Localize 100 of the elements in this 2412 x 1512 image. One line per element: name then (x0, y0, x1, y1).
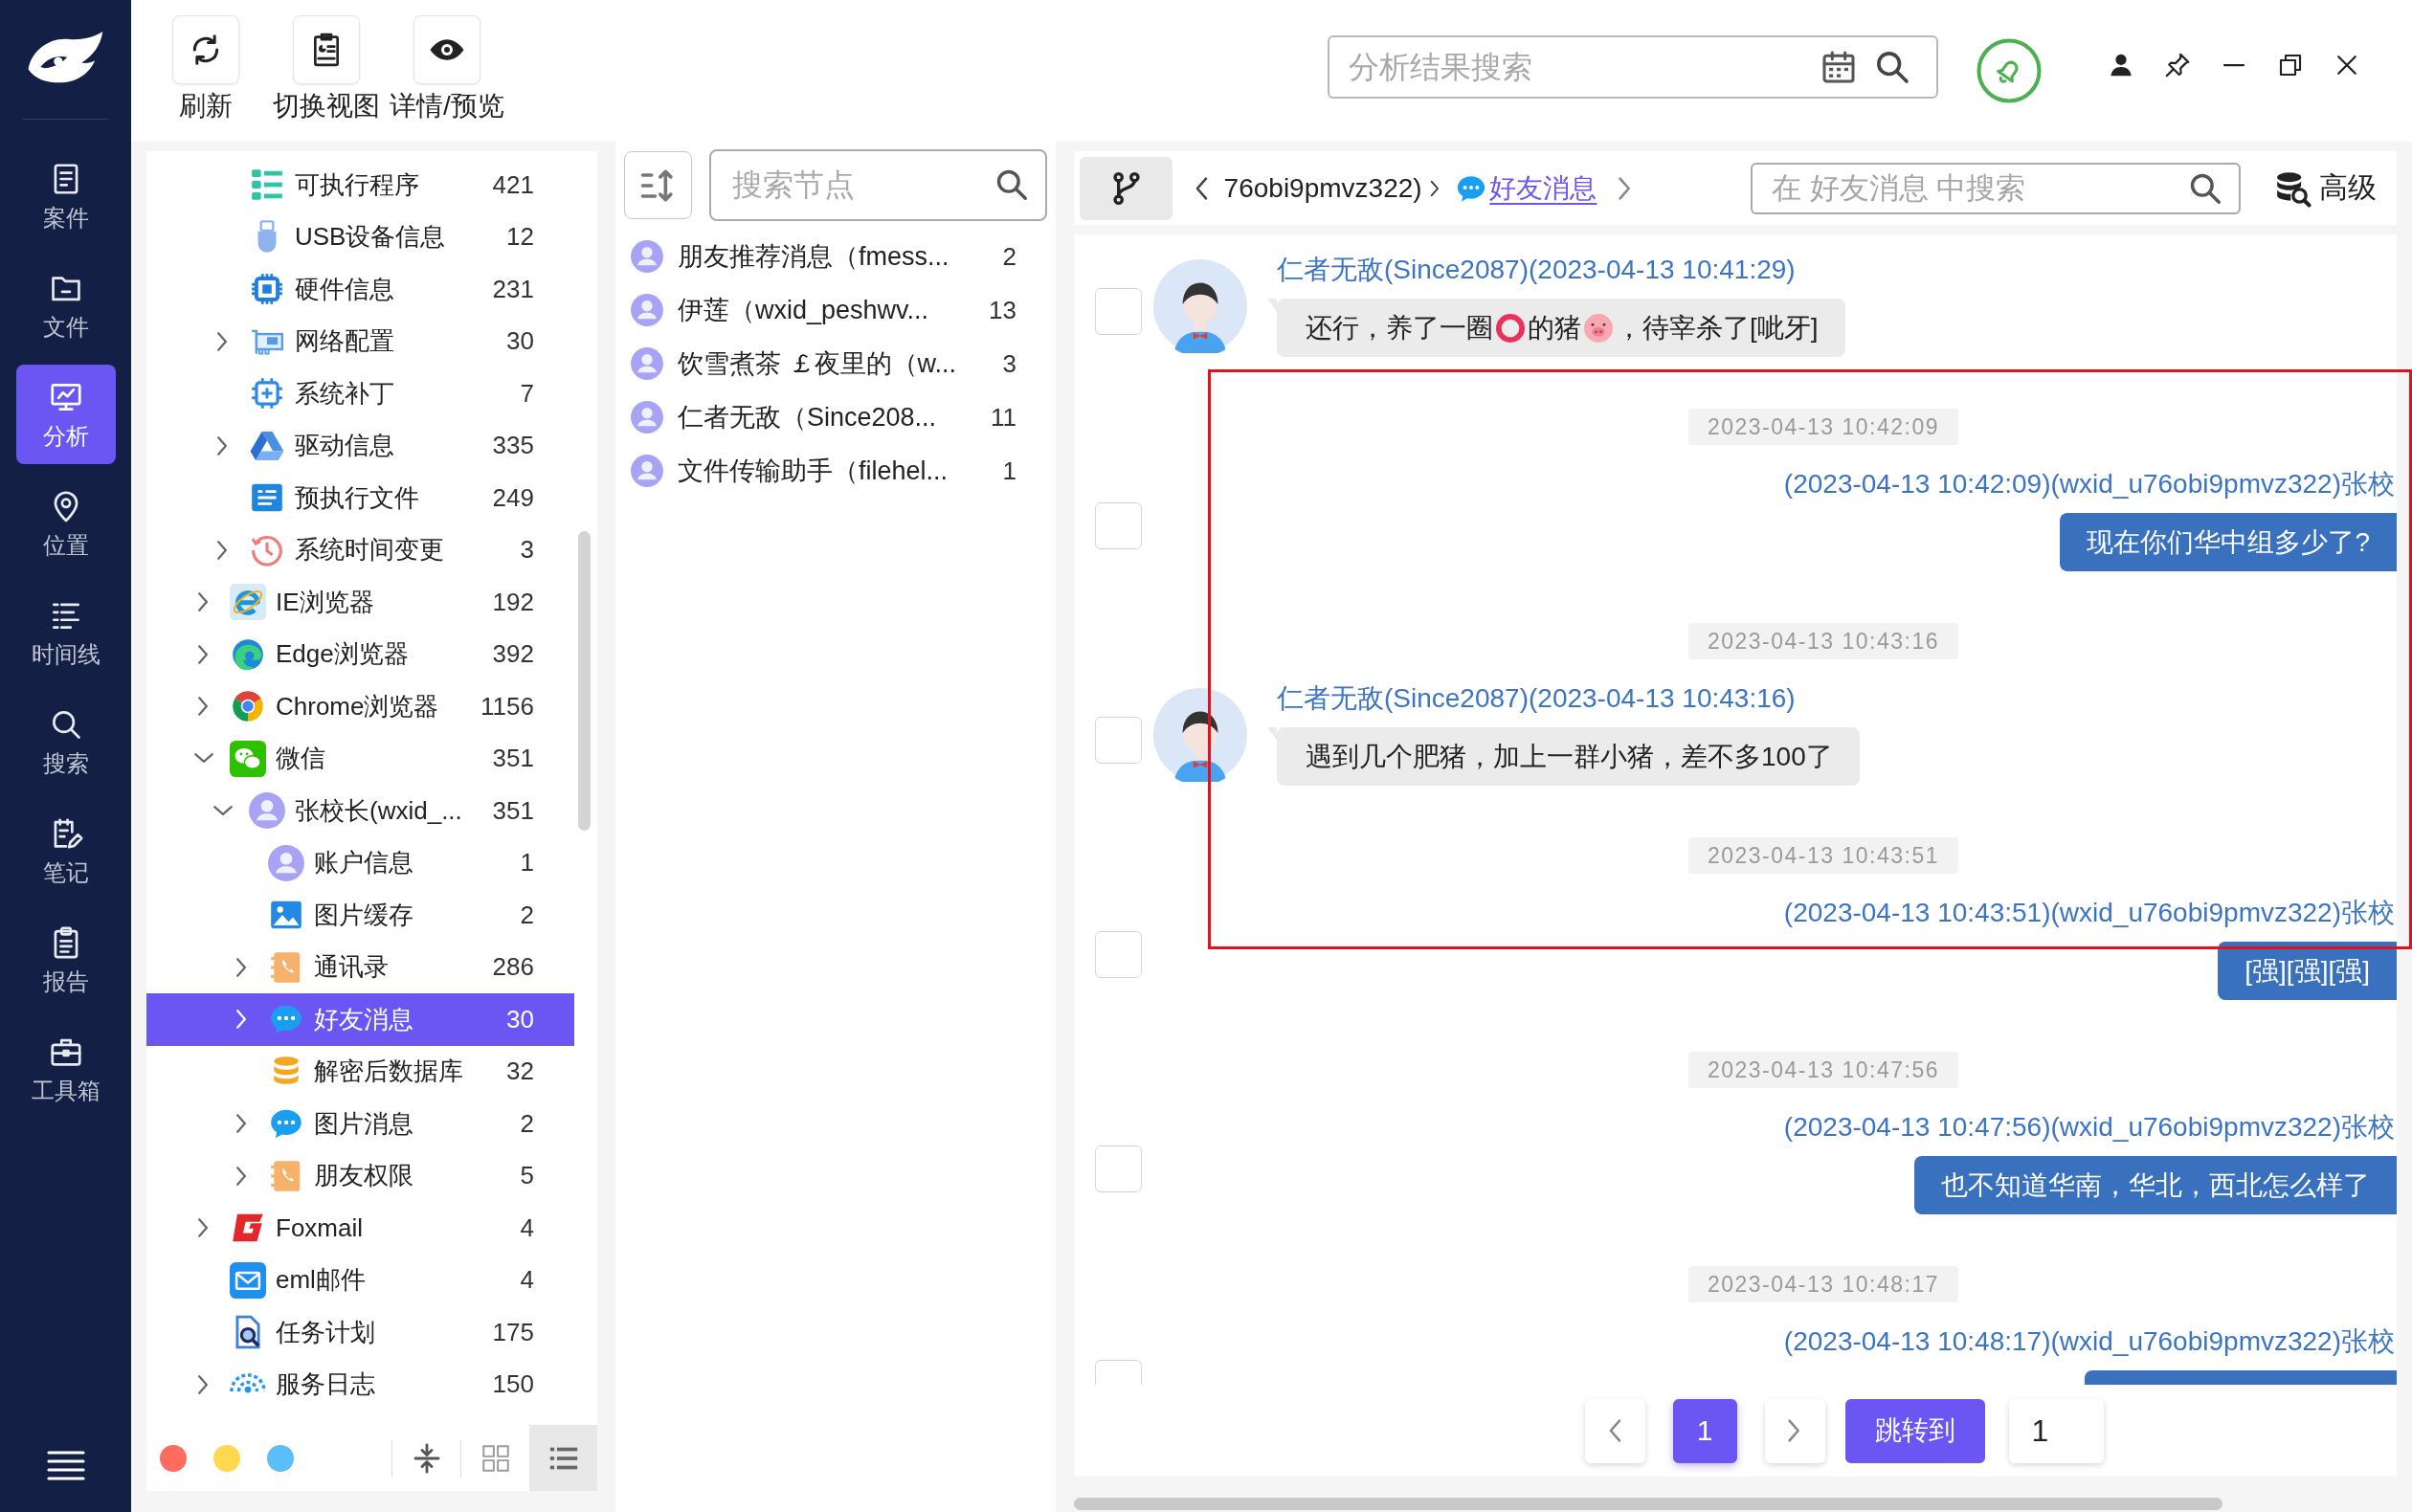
item-count: 286 (492, 952, 534, 983)
item-count: 392 (492, 639, 534, 670)
checkbox[interactable] (1095, 1145, 1142, 1192)
back-button[interactable] (1194, 175, 1209, 201)
envelope-icon (230, 1261, 266, 1299)
nav-item[interactable]: 位置 (15, 474, 116, 573)
refresh-button[interactable]: 刷新 (145, 0, 266, 122)
avatar-icon (1153, 688, 1247, 782)
nav-item[interactable]: 工具箱 (15, 1019, 116, 1119)
nav-item[interactable]: 笔记 (15, 801, 116, 901)
breadcrumb-link[interactable]: 好友消息 (1489, 170, 1597, 206)
tree-item-label: 可执行程序 (295, 168, 419, 201)
chevron-right-icon[interactable] (197, 643, 211, 665)
menu-icon[interactable] (46, 1450, 85, 1482)
tree-item[interactable]: 微信 351 (146, 732, 574, 785)
tree-item[interactable]: 可执行程序 421 (146, 159, 574, 211)
tree-item[interactable]: Chrome浏览器 1156 (146, 680, 574, 733)
person-icon (249, 792, 285, 830)
nav-item[interactable]: 报告 (15, 910, 116, 1010)
breadcrumb-link[interactable]: 76obi9pmvz322) (1223, 170, 1422, 206)
chevron-down-icon[interactable] (212, 804, 234, 817)
tree-item[interactable]: 服务日志 150 (146, 1358, 574, 1411)
tree-item[interactable]: IE浏览器 192 (146, 576, 574, 629)
chevron-right-icon[interactable] (216, 539, 230, 561)
tree-item[interactable]: 图片缓存 2 (146, 889, 574, 942)
chevron-right-icon (1787, 1418, 1802, 1443)
tree-item[interactable]: USB设备信息 12 (146, 211, 574, 263)
chevron-right-icon[interactable] (216, 330, 230, 352)
nav-item[interactable]: 时间线 (15, 583, 116, 682)
checkbox[interactable] (1095, 716, 1142, 764)
tree-item[interactable]: 系统时间变更 3 (146, 523, 574, 576)
search-field[interactable]: 搜索节点 (709, 149, 1047, 221)
checkbox[interactable] (1095, 930, 1142, 978)
message-count: 2 (1001, 241, 1016, 272)
tree-item[interactable]: 硬件信息 231 (146, 263, 574, 316)
contact-item[interactable]: 伊莲（wxid_peshwv... 13 (615, 283, 1056, 337)
checkbox[interactable] (1095, 501, 1142, 549)
horizontal-scrollbar[interactable] (1074, 1498, 2222, 1510)
list-view-button[interactable] (529, 1425, 597, 1491)
tree-item[interactable]: 系统补丁 7 (146, 367, 574, 420)
message-text: 的猪 (1528, 311, 1581, 345)
vertical-scrollbar[interactable] (578, 531, 591, 831)
nav-item[interactable]: 搜索 (15, 692, 116, 791)
tree-item[interactable]: Edge浏览器 392 (146, 628, 574, 680)
e-logo-icon (230, 584, 266, 621)
chevron-right-icon[interactable] (235, 1165, 249, 1187)
chevron-right-icon[interactable] (197, 591, 211, 613)
chevron-right-icon[interactable] (197, 1373, 211, 1395)
tree-item[interactable]: 好友消息 30 (146, 993, 574, 1046)
chevron-right-icon[interactable] (235, 1113, 249, 1135)
chevron-right-icon[interactable] (235, 1009, 249, 1031)
tree-item[interactable]: 通讯录 286 (146, 941, 574, 993)
chevron-right-icon[interactable] (197, 696, 211, 718)
chevron-down-icon[interactable] (193, 752, 214, 766)
tree-item-label: 系统补丁 (295, 377, 394, 410)
nav-item[interactable]: 分析 (15, 365, 116, 464)
page-button[interactable]: 1 (1672, 1398, 1737, 1463)
pin-icon[interactable] (2163, 51, 2192, 79)
item-count: 2 (520, 900, 534, 930)
timestamp: 2023-04-13 10:43:16 (1687, 623, 1959, 659)
tree-item[interactable]: 张校长(wxid_... 351 (146, 785, 574, 837)
advanced-search-button[interactable]: 高级 (2273, 168, 2377, 208)
page-input[interactable]: 1 (2008, 1398, 2104, 1463)
forward-button[interactable] (1618, 175, 1633, 201)
branch-button[interactable] (1080, 156, 1172, 220)
tree-item[interactable]: 驱动信息 335 (146, 419, 574, 472)
search-field[interactable]: 分析结果搜索 (1328, 35, 1938, 99)
tree-item[interactable]: 任务计划 175 (146, 1306, 574, 1359)
color-dot-icon[interactable] (213, 1444, 240, 1472)
chevron-right-icon[interactable] (197, 1217, 211, 1239)
chevron-right-icon[interactable] (235, 956, 249, 978)
tree-item[interactable]: 解密后数据库 32 (146, 1045, 574, 1098)
color-dot-icon[interactable] (267, 1444, 294, 1472)
contact-item[interactable]: 仁者无敌（Since208... 11 (615, 390, 1056, 444)
color-dot-icon[interactable] (160, 1444, 187, 1472)
jump-button[interactable]: 跳转到 (1844, 1398, 1985, 1463)
chevron-left-icon[interactable] (1607, 1418, 1622, 1443)
tree-item[interactable]: 图片消息 2 (146, 1098, 574, 1150)
tree-item-label: 通讯录 (314, 951, 389, 984)
search-field[interactable]: 在 好友消息 中搜索 (1751, 162, 2241, 214)
contact-item[interactable]: 饮雪煮茶 ￡夜里的（w... 3 (615, 337, 1056, 390)
sort-button[interactable] (624, 151, 692, 219)
person-icon (631, 401, 663, 434)
contact-item[interactable]: 文件传输助手（filehel... 1 (615, 444, 1056, 498)
tree-item[interactable]: 预执行文件 249 (146, 472, 574, 524)
chevron-right-icon[interactable] (216, 434, 230, 456)
contact-item[interactable]: 朋友推荐消息（fmess... 2 (615, 230, 1056, 283)
nav-item[interactable]: 案件 (15, 146, 116, 246)
preview-button[interactable]: 详情/预览 (387, 0, 507, 122)
bell-icon[interactable] (1976, 38, 2042, 103)
checkbox[interactable] (1095, 287, 1142, 335)
pig-face-icon (1584, 313, 1613, 343)
item-count: 175 (492, 1317, 534, 1347)
nav-item[interactable]: 文件 (15, 256, 116, 355)
tree-item[interactable]: 账户信息 1 (146, 836, 574, 889)
tree-item[interactable]: 网络配置 30 (146, 315, 574, 367)
tree-item[interactable]: eml邮件 4 (146, 1254, 574, 1306)
switch-view-button[interactable]: 切换视图 (266, 0, 387, 122)
tree-item[interactable]: Foxmail 4 (146, 1202, 574, 1255)
tree-item[interactable]: 朋友权限 5 (146, 1149, 574, 1202)
